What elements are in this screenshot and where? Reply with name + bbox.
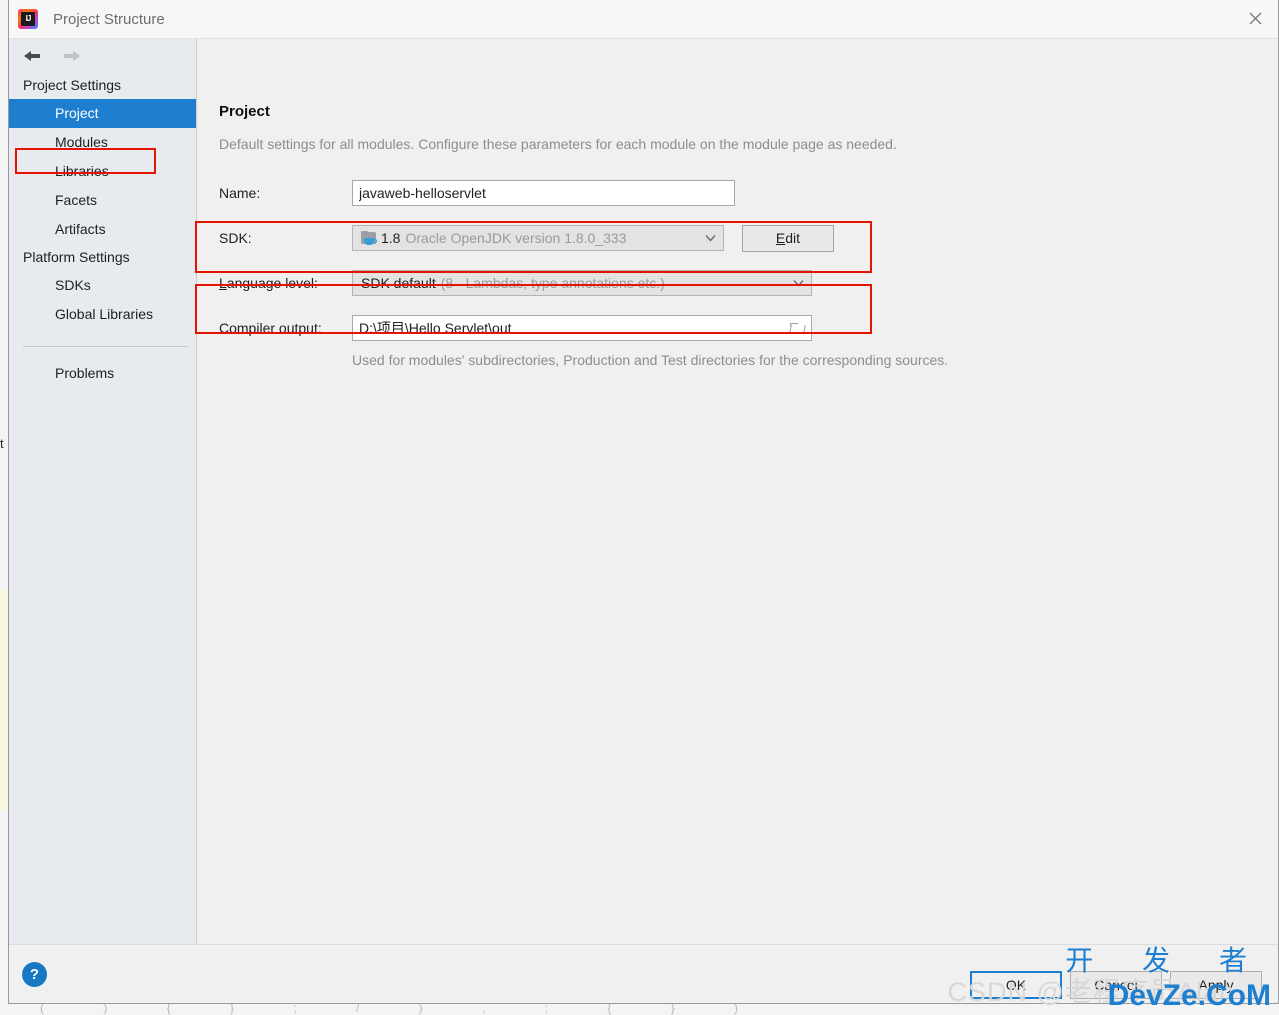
sidebar-divider — [23, 346, 188, 347]
arrow-right-icon[interactable] — [61, 47, 83, 65]
name-label: Name: — [219, 185, 261, 201]
dialog-footer: ? OK Cancel Apply — [9, 944, 1278, 1003]
sidebar-item-global-libraries[interactable]: Global Libraries — [9, 300, 196, 329]
dialog-titlebar: IJ Project Structure — [9, 0, 1278, 39]
sdk-label: SDK: — [219, 230, 252, 246]
sidebar-item-sdks[interactable]: SDKs — [9, 271, 196, 300]
navigation-arrows — [9, 39, 196, 72]
close-icon[interactable] — [1232, 0, 1278, 37]
compiler-output-value: D:\项目\Hello Servlet\out — [359, 320, 512, 336]
sidebar-item-project[interactable]: Project — [9, 99, 196, 128]
sdk-row: SDK: 1.8 Oracle OpenJDK version 1.8.0_33… — [219, 224, 1278, 252]
dialog-body: Project Settings Project Modules Librari… — [9, 39, 1278, 944]
name-row: Name: — [219, 180, 1278, 206]
project-name-input[interactable] — [352, 180, 735, 206]
sidebar-item-artifacts[interactable]: Artifacts — [9, 215, 196, 244]
ok-button[interactable]: OK — [970, 971, 1062, 999]
language-level-detail: (8 - Lambdas, type annotations etc.) — [440, 275, 665, 291]
folder-browse-icon[interactable] — [789, 321, 807, 335]
language-level-label: Language level: — [219, 275, 318, 291]
chevron-down-icon — [785, 279, 811, 287]
page-description: Default settings for all modules. Config… — [219, 136, 897, 152]
compiler-output-label: Compiler output: — [219, 320, 322, 336]
settings-content-panel: Project Default settings for all modules… — [195, 39, 1278, 944]
sidebar-group-project-settings: Project Settings — [23, 77, 122, 93]
page-title: Project — [219, 103, 270, 120]
language-level-value: SDK default — [361, 275, 436, 291]
apply-button[interactable]: Apply — [1170, 971, 1262, 999]
sidebar-item-problems[interactable]: Problems — [9, 359, 196, 388]
cancel-button[interactable]: Cancel — [1070, 971, 1162, 999]
sdk-version: 1.8 — [381, 230, 401, 246]
jdk-icon — [361, 230, 378, 246]
help-icon[interactable]: ? — [22, 961, 47, 987]
sidebar-item-modules[interactable]: Modules — [9, 128, 196, 157]
settings-sidebar: Project Settings Project Modules Librari… — [9, 39, 197, 944]
dialog-action-buttons: OK Cancel Apply — [970, 971, 1262, 999]
sdk-edit-button[interactable]: Edit — [742, 224, 834, 252]
compiler-output-row: Compiler output: D:\项目\Hello Servlet\out — [219, 315, 1278, 341]
sdk-dropdown[interactable]: 1.8 Oracle OpenJDK version 1.8.0_333 — [352, 225, 724, 251]
intellij-idea-icon: IJ — [18, 9, 38, 29]
sdk-edit-button-label: Edit — [775, 230, 801, 246]
sidebar-group-platform-settings: Platform Settings — [23, 249, 130, 265]
chevron-down-icon — [697, 234, 723, 242]
sidebar-item-libraries[interactable]: Libraries — [9, 157, 196, 186]
compiler-output-hint: Used for modules' subdirectories, Produc… — [352, 352, 949, 368]
sidebar-item-facets[interactable]: Facets — [9, 186, 196, 215]
sdk-detail: Oracle OpenJDK version 1.8.0_333 — [405, 230, 627, 246]
project-structure-dialog: IJ Project Structure Project Settings Pr… — [8, 0, 1279, 1004]
underlying-ide-text-fragment: t — [0, 436, 4, 451]
dialog-title: Project Structure — [53, 10, 165, 28]
language-level-dropdown[interactable]: SDK default (8 - Lambdas, type annotatio… — [352, 270, 812, 296]
compiler-output-field[interactable]: D:\项目\Hello Servlet\out — [352, 315, 812, 341]
language-level-row: Language level: SDK default (8 - Lambdas… — [219, 270, 1278, 296]
arrow-left-icon[interactable] — [21, 47, 43, 65]
